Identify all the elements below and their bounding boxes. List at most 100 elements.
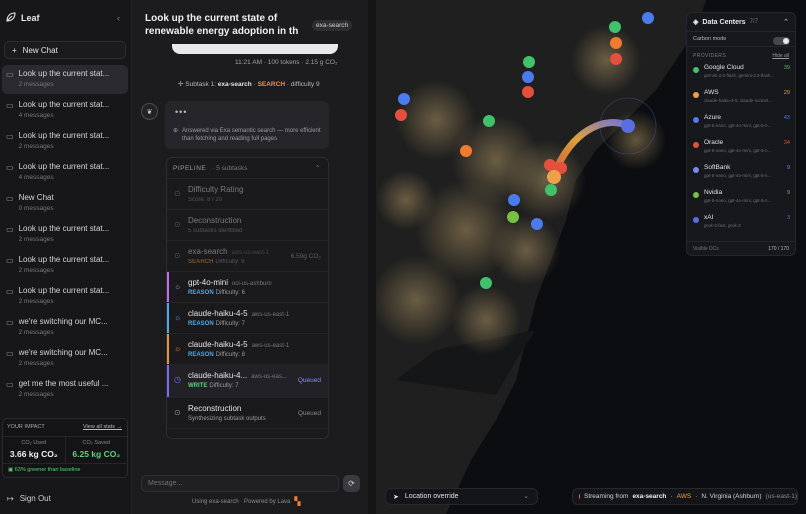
pipeline-step[interactable]: ☼ claude-haiku-4-5 aws-us-east-1 REASON Diff… [167,303,328,334]
subtask-prefix: Subtask 1: [185,81,216,88]
carbon-mode-toggle[interactable] [773,37,790,45]
chevron-down-icon: ⌄ [523,493,529,500]
step-name: Difficulty Rating [188,185,244,194]
view-all-stats-link[interactable]: View all stats → [83,424,122,430]
step-status-icon: ⊙ [174,189,181,198]
chat-item-count: 2 messages [18,329,54,336]
chat-item-count: 2 messages [18,298,54,305]
chat-bubble-icon: ▭ [6,70,14,79]
location-override-dropdown[interactable]: ➤ Location override ⌄ [385,488,538,505]
pipeline-step[interactable]: ⊙ Difficulty Rating Score: 8 / 20 [167,179,328,210]
chat-bubble-icon: ▭ [6,318,14,327]
chat-item-title: Look up the current stat... [18,224,110,233]
chat-history-item[interactable]: ▭ New Chat 0 messages [2,189,128,218]
step-detail: Synthesizing subtask outputs [188,416,266,422]
step-status-icon: ☼ [174,313,182,322]
chat-bubble-icon: ▭ [6,101,14,110]
chat-history-item[interactable]: ▭ Look up the current stat... 2 messages [2,127,128,156]
chat-bubble-icon: ▭ [6,380,14,389]
provider-color-dot [693,92,699,98]
provider-list: Google Cloud gemini-2.0-flash, gemini-2.5… [687,61,795,236]
step-name: gpt-4o-mini [188,278,229,287]
app-name: Leaf [21,13,40,23]
pipeline-header[interactable]: PIPELINE · 5 subtasks ⌃ [167,158,328,179]
chat-history-item[interactable]: ▭ we're switching our MC... 2 messages [2,344,128,373]
chat-history-item[interactable]: ▭ Look up the current stat... 2 messages [2,282,128,311]
chat-history-item[interactable]: ▭ get me the most useful ... 2 messages [2,375,128,404]
chat-item-count: 2 messages [18,267,54,274]
brand[interactable]: Leaf [6,12,40,24]
message-input[interactable]: Message... [141,475,339,492]
chat-item-count: 4 messages [18,112,54,119]
chevron-up-icon[interactable]: ⌃ [783,18,789,26]
provider-row[interactable]: Google Cloud gemini-2.0-flash, gemini-2.5… [687,61,795,86]
pipeline-step[interactable]: ◷ claude-haiku-4... aws-us-eas... WRITE Diff… [167,365,328,398]
chevron-up-icon[interactable]: ⌃ [315,164,321,172]
step-status-icon: ⊙ [174,251,181,260]
powered-by: Using exa-search · Powered by Lava ▚ [192,497,301,506]
hide-all-link[interactable]: Hide all [772,53,789,59]
pipeline-step[interactable]: ⊙ Reconstruction Synthesizing subtask outp… [167,398,328,429]
pipeline-title: PIPELINE [173,164,207,172]
stream-tool: exa-search [632,493,667,500]
provider-row[interactable]: SoftBank gpt-5-nano, gpt-4o-mini, gpt-5-n… [687,161,795,186]
impact-title: YOUR IMPACT [7,424,45,430]
provider-count: 43 [783,115,790,121]
provider-models: gpt-5-nano, gpt-4o-mini, gpt-5-n... [704,198,772,203]
pipeline-step[interactable]: ⊙ Deconstruction 5 subtasks identified [167,210,328,241]
chat-history-item[interactable]: ▭ Look up the current stat... 2 messages [2,220,128,249]
provider-row[interactable]: Azure gpt-5-nano, gpt-4o-mini, gpt-5-n...… [687,111,795,136]
provider-color-dot [693,117,699,123]
step-status: Queued [297,377,321,384]
message-meta: 11:21 AM · 100 tokens · 2.15 g CO₂ [235,59,338,66]
co2-saved-label: CO₂ Saved [82,440,110,446]
provider-row[interactable]: AWS claude-haiku-4-5, claude-sonnet... 29 [687,86,795,111]
chat-scrollbar[interactable] [368,0,376,514]
collapse-sidebar-icon[interactable]: ‹ [117,13,120,23]
data-centers-title: Data Centers [702,18,746,26]
chat-history-item[interactable]: ▭ Look up the current stat... 4 messages [2,158,128,187]
chat-item-title: Look up the current stat... [18,100,110,109]
chat-item-title: Look up the current stat... [18,69,110,78]
chat-history-item[interactable]: ▭ Look up the current stat... 4 messages [2,96,128,125]
step-status-icon: ☼ [174,344,182,353]
provider-color-dot [693,142,699,148]
provider-row[interactable]: xAI grok-3-fast, grok-3 3 [687,211,795,236]
chat-list: ▭ Look up the current stat... 2 messages ▭ L… [2,65,128,406]
pipeline-step[interactable]: ☼ gpt-4o-mini oci-us-ashburn REASON Difficul… [167,272,328,303]
chat-item-count: 2 messages [18,360,54,367]
provider-name: xAI [704,214,714,221]
pipeline-step[interactable]: ☼ claude-haiku-4-5 aws-us-east-1 REASON Diff… [167,334,328,365]
provider-count: 3 [786,215,790,221]
pipeline-step[interactable]: ⊙ exa-search aws-us-east-1 SEARCH Difficulty… [167,241,328,272]
leaf-icon: ❦ [146,108,153,116]
step-detail: Difficulty: 7 [215,321,245,327]
provider-models: gpt-5-nano, gpt-4o-mini, gpt-5-n... [704,123,772,128]
provider-models: gpt-5-nano, gpt-4o-mini, gpt-5-n... [704,173,772,178]
sign-out-button[interactable]: ↦ Sign Out [7,494,51,503]
step-name: claude-haiku-4-5 [188,340,248,349]
impact-footnote: 63% greener than baseline [14,467,81,473]
chat-history-item[interactable]: ▭ Look up the current stat... 2 messages [2,65,128,94]
step-detail: Difficulty: 7 [209,383,239,389]
chat-history-item[interactable]: ▭ Look up the current stat... 2 messages [2,251,128,280]
send-button[interactable]: ⟳ [343,475,360,492]
step-status-icon: ⊙ [174,220,181,229]
step-server: aws-us-east-1 [231,250,270,256]
step-status-icon: ☼ [174,282,182,291]
step-kind: REASON [188,290,214,296]
step-server: aws-us-east-1 [251,312,290,318]
step-detail: Difficulty: 9 [215,259,245,265]
step-server: oci-us-ashburn [232,281,272,287]
data-centers-header[interactable]: ◈ Data Centers 7/7 ⌃ [687,13,795,31]
chat-item-title: Look up the current stat... [18,286,110,295]
leaf-icon [6,12,16,24]
step-kind: SEARCH [188,259,214,265]
step-detail: 5 subtasks identified [188,228,243,234]
provider-row[interactable]: Oracle gpt-5-nano, gpt-4o-mini, gpt-5-n..… [687,136,795,161]
chat-history-item[interactable]: ▭ we're switching our MC... 2 messages [2,313,128,342]
new-chat-button[interactable]: + New Chat [4,41,126,59]
chat-item-count: 2 messages [18,143,54,150]
globe-icon: ⊕ [173,128,179,134]
provider-row[interactable]: Nvidia gpt-5-nano, gpt-4o-mini, gpt-5-n..… [687,186,795,211]
